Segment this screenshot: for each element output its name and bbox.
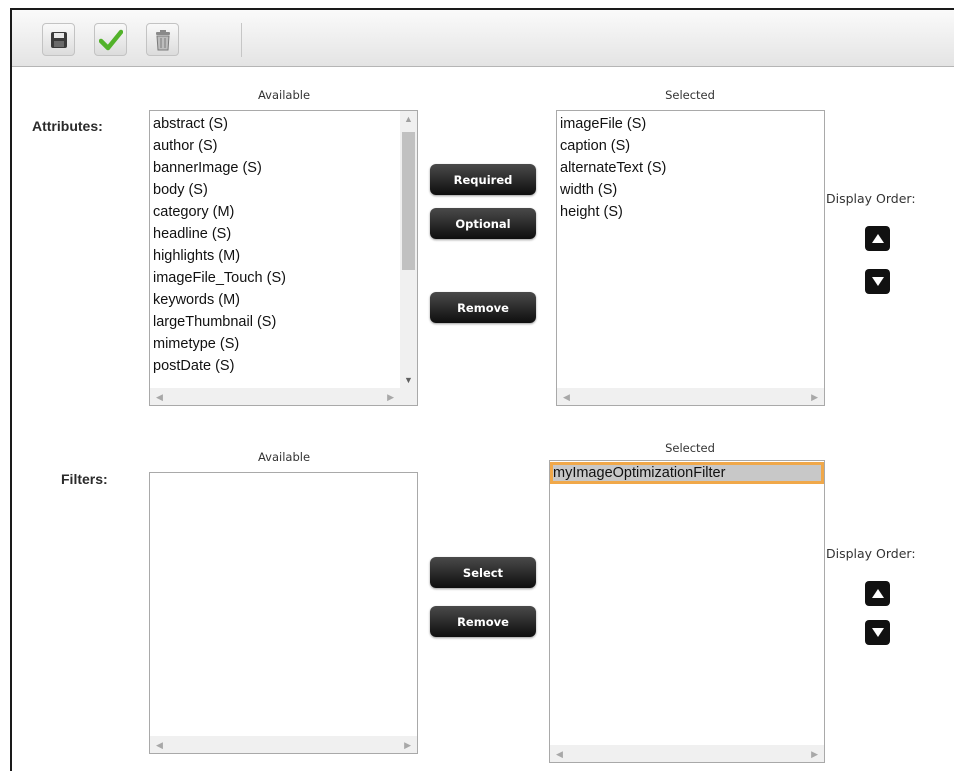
attributes-label: Attributes: (32, 118, 103, 134)
scroll-left-icon[interactable]: ◀ (156, 740, 163, 751)
apply-button[interactable] (94, 23, 127, 56)
list-item[interactable]: largeThumbnail (S) (153, 311, 417, 333)
list-item[interactable]: height (S) (560, 201, 824, 223)
green-checkmark-icon (98, 29, 123, 50)
scrollbar-corner (400, 388, 417, 405)
list-item[interactable]: highlights (M) (153, 245, 417, 267)
arrow-up-icon (871, 589, 884, 598)
scroll-right-icon[interactable]: ▶ (387, 392, 394, 403)
filters-move-up-button[interactable] (865, 581, 890, 606)
attributes-selected-list[interactable]: imageFile (S) caption (S) alternateText (S… (556, 110, 825, 406)
list-item[interactable]: keywords (M) (153, 289, 417, 311)
arrow-down-icon (871, 628, 884, 637)
attributes-move-down-button[interactable] (865, 269, 890, 294)
list-item[interactable]: imageFile_Touch (S) (153, 267, 417, 289)
required-button[interactable]: Required (430, 164, 536, 195)
filters-select-button[interactable]: Select (430, 557, 536, 588)
filters-available-title: Available (257, 450, 311, 464)
filters-available-list[interactable]: ◀ ▶ (149, 472, 418, 754)
toolbar (12, 10, 954, 67)
list-item[interactable]: bannerImage (S) (153, 157, 417, 179)
scroll-up-icon[interactable]: ▲ (400, 114, 417, 124)
horizontal-scrollbar[interactable]: ◀ ▶ (557, 388, 824, 405)
list-item[interactable]: caption (S) (560, 135, 824, 157)
scrollbar-thumb[interactable] (402, 132, 415, 270)
scroll-left-icon[interactable]: ◀ (556, 749, 563, 760)
filters-selected-title: Selected (665, 441, 715, 455)
list-item[interactable]: mimetype (S) (153, 333, 417, 355)
list-item[interactable]: body (S) (153, 179, 417, 201)
list-item[interactable]: alternateText (S) (560, 157, 824, 179)
horizontal-scrollbar[interactable]: ◀ ▶ (150, 388, 400, 405)
filters-selected-list[interactable]: myImageOptimizationFilter ◀ ▶ (549, 460, 825, 763)
list-item[interactable]: category (M) (153, 201, 417, 223)
attributes-available-list[interactable]: abstract (S) author (S) bannerImage (S) bod… (149, 110, 418, 406)
trash-can-icon (155, 29, 170, 50)
horizontal-scrollbar[interactable]: ◀ ▶ (150, 736, 417, 753)
scroll-right-icon[interactable]: ▶ (404, 740, 411, 751)
list-item[interactable]: abstract (S) (153, 113, 417, 135)
save-button[interactable] (42, 23, 75, 56)
delete-button[interactable] (146, 23, 179, 56)
attributes-available-title: Available (257, 88, 311, 102)
attributes-display-order-label: Display Order: (826, 191, 916, 206)
list-item[interactable]: author (S) (153, 135, 417, 157)
arrow-up-icon (871, 234, 884, 243)
scroll-down-icon[interactable]: ▼ (400, 375, 417, 385)
toolbar-separator (241, 23, 242, 57)
filters-remove-button[interactable]: Remove (430, 606, 536, 637)
scroll-right-icon[interactable]: ▶ (811, 749, 818, 760)
attributes-selected-title: Selected (665, 88, 715, 102)
scroll-left-icon[interactable]: ◀ (156, 392, 163, 403)
list-item[interactable]: myImageOptimizationFilter (550, 462, 824, 484)
attributes-move-up-button[interactable] (865, 226, 890, 251)
list-item[interactable]: postDate (S) (153, 355, 417, 377)
filters-label: Filters: (61, 471, 108, 487)
scroll-right-icon[interactable]: ▶ (811, 392, 818, 403)
attributes-remove-button[interactable]: Remove (430, 292, 536, 323)
floppy-disk-icon (50, 31, 67, 48)
list-item[interactable]: width (S) (560, 179, 824, 201)
filters-move-down-button[interactable] (865, 620, 890, 645)
vertical-scrollbar[interactable]: ▲ ▼ (400, 111, 417, 388)
scroll-left-icon[interactable]: ◀ (563, 392, 570, 403)
list-item[interactable]: imageFile (S) (560, 113, 824, 135)
arrow-down-icon (871, 277, 884, 286)
filters-display-order-label: Display Order: (826, 546, 916, 561)
list-item[interactable]: headline (S) (153, 223, 417, 245)
optional-button[interactable]: Optional (430, 208, 536, 239)
horizontal-scrollbar[interactable]: ◀ ▶ (550, 745, 824, 762)
